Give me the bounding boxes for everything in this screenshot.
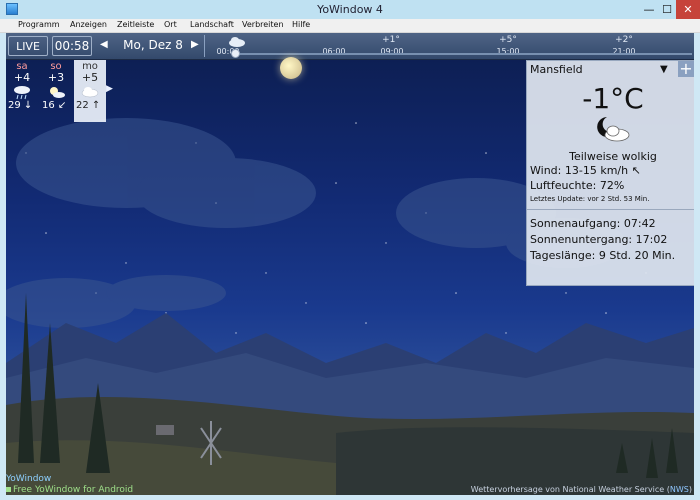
menu-anzeigen[interactable]: Anzeigen <box>70 20 107 29</box>
next-day-button[interactable]: ▶ <box>191 39 199 50</box>
humidity-row: Luftfeuchte: 72% <box>530 179 624 192</box>
credit-text: Wettervorhersage von National Weather Se… <box>470 485 670 494</box>
forecast-day-so[interactable]: so +3 16 ↙ <box>40 60 72 122</box>
humidity-value: 72% <box>599 179 625 192</box>
day-wind: 22 ↑ <box>76 100 101 111</box>
menu-hilfe[interactable]: Hilfe <box>292 20 310 29</box>
wind-row: Wind: 13-15 km/h ↖ <box>530 164 641 177</box>
menu-ort[interactable]: Ort <box>164 20 177 29</box>
menu-programm[interactable]: Programm <box>18 20 60 29</box>
forecast-day-mo[interactable]: mo +5 22 ↑ <box>74 60 106 122</box>
day-temp: +4 <box>13 71 31 84</box>
last-update-label: Letztes Update: <box>530 195 586 203</box>
last-update-row: Letztes Update: vor 2 Std. 53 Min. <box>530 195 649 203</box>
chevron-down-icon[interactable]: ▼ <box>660 64 668 75</box>
window-title: YoWindow 4 <box>317 3 383 16</box>
android-promo-link[interactable]: Free YoWindow for Android <box>6 485 133 495</box>
last-update-value: vor 2 Std. 53 Min. <box>587 195 650 203</box>
timeline-track[interactable] <box>234 53 692 55</box>
previous-day-button[interactable]: ◀ <box>100 39 108 50</box>
android-icon <box>6 487 11 492</box>
panel-divider <box>527 209 694 210</box>
sun-cloud-icon <box>40 84 72 100</box>
sunset-row: Sonnenuntergang: 17:02 <box>530 233 667 246</box>
sunrise-row: Sonnenaufgang: 07:42 <box>530 217 656 230</box>
timeline-temp: +5° <box>499 35 517 45</box>
timeline-temp: +2° <box>615 35 633 45</box>
menu-landschaft[interactable]: Landschaft <box>190 20 234 29</box>
day-temp: +3 <box>47 71 65 84</box>
nws-link[interactable]: NWS <box>670 485 689 494</box>
close-button[interactable]: ✕ <box>676 0 700 19</box>
forecast-strip: sa +4 29 ↓ so +3 16 ↙ mo +5 22 ↑ ▶ <box>6 60 116 122</box>
weather-info-panel: Mansfield ▼ + -1°C Teilweise wolkig Wind… <box>526 60 694 286</box>
location-header: Mansfield ▼ + <box>527 61 694 79</box>
timeline-slider-handle[interactable] <box>231 49 240 58</box>
timeline-toolbar: LIVE 00:58 ◀ Mo, Dez 8 ▶ +1° +5° +2° 00:… <box>6 33 694 60</box>
timeline-divider <box>204 35 205 57</box>
menu-verbreiten[interactable]: Verbreiten <box>242 20 284 29</box>
wind-value: 13-15 km/h ↖ <box>564 164 641 177</box>
day-wind: 29 ↓ <box>8 100 33 111</box>
date-display: Mo, Dez 8 <box>123 38 183 52</box>
day-temp: +5 <box>81 71 99 84</box>
timeline-temp: +1° <box>382 35 400 45</box>
wind-label: Wind: <box>530 164 562 177</box>
yowindow-brand-link[interactable]: YoWindow <box>6 474 51 484</box>
daylength-label: Tageslänge: <box>530 249 596 262</box>
maximize-button[interactable]: ☐ <box>658 0 676 19</box>
day-wind: 16 ↙ <box>42 100 67 111</box>
add-location-button[interactable]: + <box>678 61 694 77</box>
current-temperature: -1°C <box>582 82 644 115</box>
humidity-label: Luftfeuchte: <box>530 179 597 192</box>
moon-cloud-icon <box>597 117 630 142</box>
sunset-value: 17:02 <box>635 233 668 246</box>
forecast-credit: Wettervorhersage von National Weather Se… <box>471 485 692 494</box>
location-name[interactable]: Mansfield <box>530 63 583 76</box>
forecast-day-sa[interactable]: sa +4 29 ↓ <box>6 60 38 122</box>
menu-zeitleiste[interactable]: Zeitleiste <box>117 20 154 29</box>
sunrise-value: 07:42 <box>623 217 656 230</box>
sunset-label: Sonnenuntergang: <box>530 233 633 246</box>
live-button[interactable]: LIVE <box>8 36 48 56</box>
weather-scene: LIVE 00:58 ◀ Mo, Dez 8 ▶ +1° +5° +2° 00:… <box>6 33 694 495</box>
forecast-next-button[interactable]: ▶ <box>106 84 113 94</box>
time-display[interactable]: 00:58 <box>52 36 92 56</box>
sunrise-label: Sonnenaufgang: <box>530 217 621 230</box>
title-bar: YoWindow 4 — ☐ ✕ <box>0 0 700 20</box>
rain-cloud-icon <box>6 84 38 100</box>
android-promo-text: Free YoWindow for Android <box>13 485 134 495</box>
daylength-value: 9 Std. 20 Min. <box>598 249 676 262</box>
weather-condition: Teilweise wolkig <box>569 150 657 163</box>
menu-bar: Programm Anzeigen Zeitleiste Ort Landsch… <box>0 19 700 33</box>
credit-end: ) <box>688 485 692 494</box>
minimize-button[interactable]: — <box>640 0 658 19</box>
moon-icon <box>280 57 302 79</box>
daylength-row: Tageslänge: 9 Std. 20 Min. <box>530 249 675 262</box>
cloud-icon <box>74 84 106 100</box>
